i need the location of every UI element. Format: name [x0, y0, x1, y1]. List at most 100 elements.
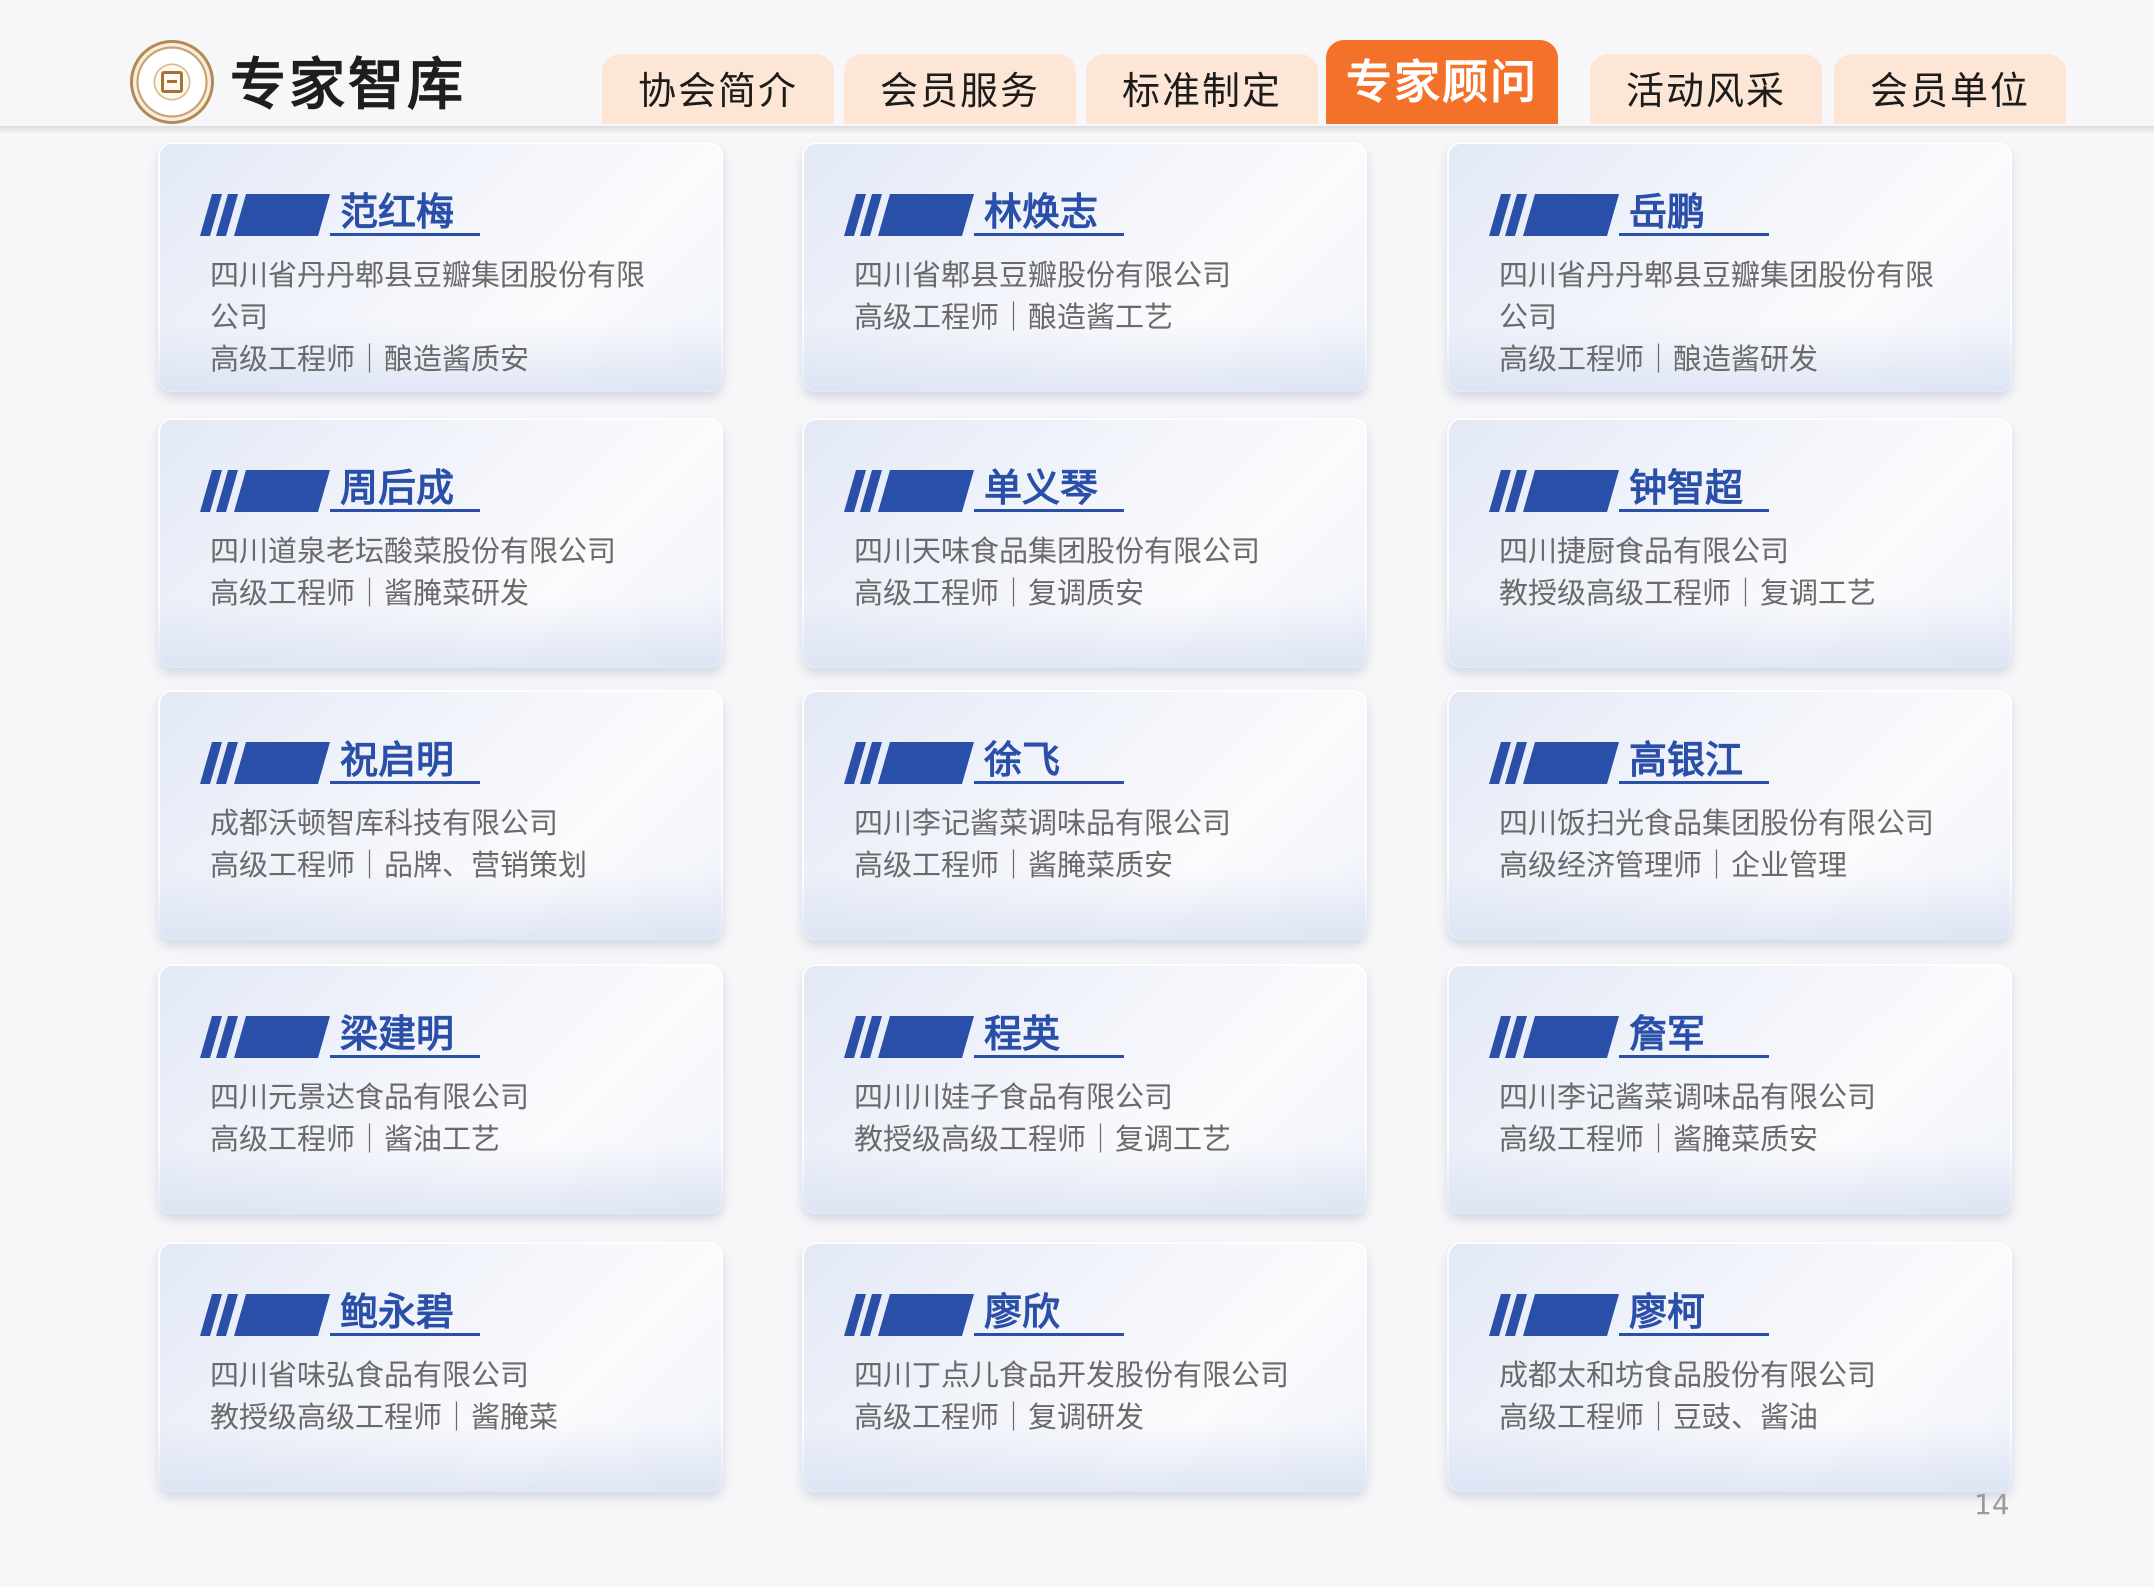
expert-info: 四川省丹丹郫县豆瓣集团股份有限公司 高级工程师｜酿造酱质安 [210, 254, 670, 380]
expert-name: 单义琴 [984, 466, 1099, 510]
header: 专家智库 协会简介 会员服务 标准制定 专家顾问 活动风采 会员单位 [0, 0, 2154, 132]
expert-organization: 四川省郫县豆瓣股份有限公司 [854, 258, 1232, 292]
expert-info: 四川省味弘食品有限公司 教授级高级工程师｜酱腌菜 [210, 1354, 670, 1438]
expert-role: 高级工程师｜酿造酱研发 [1499, 342, 1819, 376]
expert-role: 高级工程师｜酱油工艺 [210, 1122, 501, 1156]
expert-organization: 四川李记酱菜调味品有限公司 [854, 806, 1232, 840]
expert-role: 高级经济管理师｜企业管理 [1499, 848, 1848, 882]
expert-card[interactable]: 岳鹏 四川省丹丹郫县豆瓣集团股份有限公司 高级工程师｜酿造酱研发 [1447, 142, 2012, 392]
expert-card[interactable]: 程英 四川川娃子食品有限公司 教授级高级工程师｜复调工艺 [802, 964, 1367, 1214]
stripe-decoration-icon [200, 194, 330, 236]
page-title: 专家智库 [230, 53, 466, 118]
expert-organization: 四川省丹丹郫县豆瓣集团股份有限公司 [1499, 258, 1935, 334]
stripe-decoration-icon [1489, 470, 1619, 512]
expert-card[interactable]: 单义琴 四川天味食品集团股份有限公司 高级工程师｜复调质安 [802, 418, 1367, 668]
expert-name: 程英 [984, 1012, 1061, 1056]
expert-name: 钟智超 [1629, 466, 1744, 510]
expert-name: 周后成 [340, 466, 455, 510]
tab-activities[interactable]: 活动风采 [1590, 54, 1822, 124]
expert-info: 四川捷厨食品有限公司 教授级高级工程师｜复调工艺 [1499, 530, 1959, 614]
stripe-decoration-icon [1489, 194, 1619, 236]
stripe-decoration-icon [200, 1294, 330, 1336]
stripe-decoration-icon [844, 194, 974, 236]
expert-name: 祝启明 [340, 738, 455, 782]
expert-name: 廖欣 [984, 1290, 1061, 1334]
expert-card[interactable]: 高银江 四川饭扫光食品集团股份有限公司 高级经济管理师｜企业管理 [1447, 690, 2012, 940]
expert-role: 高级工程师｜酱腌菜质安 [1499, 1122, 1819, 1156]
expert-info: 四川饭扫光食品集团股份有限公司 高级经济管理师｜企业管理 [1499, 802, 1959, 886]
expert-organization: 四川李记酱菜调味品有限公司 [1499, 1080, 1877, 1114]
expert-info: 四川丁点儿食品开发股份有限公司 高级工程师｜复调研发 [854, 1354, 1314, 1438]
expert-role: 高级工程师｜品牌、营销策划 [210, 848, 588, 882]
expert-card[interactable]: 林焕志 四川省郫县豆瓣股份有限公司 高级工程师｜酿造酱工艺 [802, 142, 1367, 392]
expert-organization: 四川天味食品集团股份有限公司 [854, 534, 1261, 568]
header-divider [0, 126, 2154, 134]
expert-name: 廖柯 [1629, 1290, 1706, 1334]
expert-info: 四川李记酱菜调味品有限公司 高级工程师｜酱腌菜质安 [1499, 1076, 1959, 1160]
association-logo-icon [130, 40, 214, 124]
expert-role: 高级工程师｜酱腌菜研发 [210, 576, 530, 610]
stripe-decoration-icon [1489, 742, 1619, 784]
expert-card[interactable]: 廖柯 成都太和坊食品股份有限公司 高级工程师｜豆豉、酱油 [1447, 1242, 2012, 1492]
expert-organization: 四川捷厨食品有限公司 [1499, 534, 1790, 568]
expert-card[interactable]: 周后成 四川道泉老坛酸菜股份有限公司 高级工程师｜酱腌菜研发 [158, 418, 723, 668]
stripe-decoration-icon [1489, 1294, 1619, 1336]
expert-card[interactable]: 詹军 四川李记酱菜调味品有限公司 高级工程师｜酱腌菜质安 [1447, 964, 2012, 1214]
page-number: 14 [1974, 1488, 2010, 1521]
expert-role: 教授级高级工程师｜酱腌菜 [210, 1400, 559, 1434]
tab-member-units[interactable]: 会员单位 [1834, 54, 2066, 124]
expert-card[interactable]: 钟智超 四川捷厨食品有限公司 教授级高级工程师｜复调工艺 [1447, 418, 2012, 668]
expert-name: 岳鹏 [1629, 190, 1706, 234]
expert-name: 林焕志 [984, 190, 1099, 234]
expert-info: 四川李记酱菜调味品有限公司 高级工程师｜酱腌菜质安 [854, 802, 1314, 886]
tab-association-intro[interactable]: 协会简介 [602, 54, 834, 124]
expert-card[interactable]: 范红梅 四川省丹丹郫县豆瓣集团股份有限公司 高级工程师｜酿造酱质安 [158, 142, 723, 392]
expert-name: 鲍永碧 [340, 1290, 455, 1334]
stripe-decoration-icon [844, 1016, 974, 1058]
expert-card[interactable]: 梁建明 四川元景达食品有限公司 高级工程师｜酱油工艺 [158, 964, 723, 1214]
tab-standards[interactable]: 标准制定 [1086, 54, 1318, 124]
expert-role: 教授级高级工程师｜复调工艺 [1499, 576, 1877, 610]
stripe-decoration-icon [844, 1294, 974, 1336]
expert-role: 高级工程师｜酿造酱工艺 [854, 300, 1174, 334]
expert-organization: 成都沃顿智库科技有限公司 [210, 806, 559, 840]
expert-info: 成都沃顿智库科技有限公司 高级工程师｜品牌、营销策划 [210, 802, 670, 886]
expert-name: 徐飞 [984, 738, 1061, 782]
expert-organization: 成都太和坊食品股份有限公司 [1499, 1358, 1877, 1392]
expert-organization: 四川省丹丹郫县豆瓣集团股份有限公司 [210, 258, 646, 334]
expert-role: 高级工程师｜复调研发 [854, 1400, 1145, 1434]
logo-mark [161, 71, 183, 93]
expert-role: 高级工程师｜酿造酱质安 [210, 342, 530, 376]
expert-name: 梁建明 [340, 1012, 455, 1056]
expert-card[interactable]: 鲍永碧 四川省味弘食品有限公司 教授级高级工程师｜酱腌菜 [158, 1242, 723, 1492]
expert-info: 四川川娃子食品有限公司 教授级高级工程师｜复调工艺 [854, 1076, 1314, 1160]
expert-organization: 四川丁点儿食品开发股份有限公司 [854, 1358, 1290, 1392]
expert-info: 四川天味食品集团股份有限公司 高级工程师｜复调质安 [854, 530, 1314, 614]
expert-organization: 四川元景达食品有限公司 [210, 1080, 530, 1114]
expert-organization: 四川饭扫光食品集团股份有限公司 [1499, 806, 1935, 840]
expert-info: 四川省丹丹郫县豆瓣集团股份有限公司 高级工程师｜酿造酱研发 [1499, 254, 1959, 380]
expert-card[interactable]: 廖欣 四川丁点儿食品开发股份有限公司 高级工程师｜复调研发 [802, 1242, 1367, 1492]
expert-organization: 四川川娃子食品有限公司 [854, 1080, 1174, 1114]
tab-expert-advisors[interactable]: 专家顾问 [1326, 40, 1558, 124]
expert-role: 高级工程师｜复调质安 [854, 576, 1145, 610]
expert-role: 高级工程师｜酱腌菜质安 [854, 848, 1174, 882]
expert-name: 詹军 [1629, 1012, 1706, 1056]
stripe-decoration-icon [844, 742, 974, 784]
expert-card[interactable]: 徐飞 四川李记酱菜调味品有限公司 高级工程师｜酱腌菜质安 [802, 690, 1367, 940]
expert-organization: 四川道泉老坛酸菜股份有限公司 [210, 534, 617, 568]
expert-name: 范红梅 [340, 190, 455, 234]
expert-info: 成都太和坊食品股份有限公司 高级工程师｜豆豉、酱油 [1499, 1354, 1959, 1438]
stripe-decoration-icon [200, 470, 330, 512]
expert-info: 四川元景达食品有限公司 高级工程师｜酱油工艺 [210, 1076, 670, 1160]
expert-card[interactable]: 祝启明 成都沃顿智库科技有限公司 高级工程师｜品牌、营销策划 [158, 690, 723, 940]
expert-name: 高银江 [1629, 738, 1744, 782]
stripe-decoration-icon [200, 1016, 330, 1058]
expert-info: 四川省郫县豆瓣股份有限公司 高级工程师｜酿造酱工艺 [854, 254, 1314, 338]
expert-organization: 四川省味弘食品有限公司 [210, 1358, 530, 1392]
stripe-decoration-icon [200, 742, 330, 784]
expert-info: 四川道泉老坛酸菜股份有限公司 高级工程师｜酱腌菜研发 [210, 530, 670, 614]
expert-role: 教授级高级工程师｜复调工艺 [854, 1122, 1232, 1156]
tab-member-services[interactable]: 会员服务 [844, 54, 1076, 124]
stripe-decoration-icon [844, 470, 974, 512]
